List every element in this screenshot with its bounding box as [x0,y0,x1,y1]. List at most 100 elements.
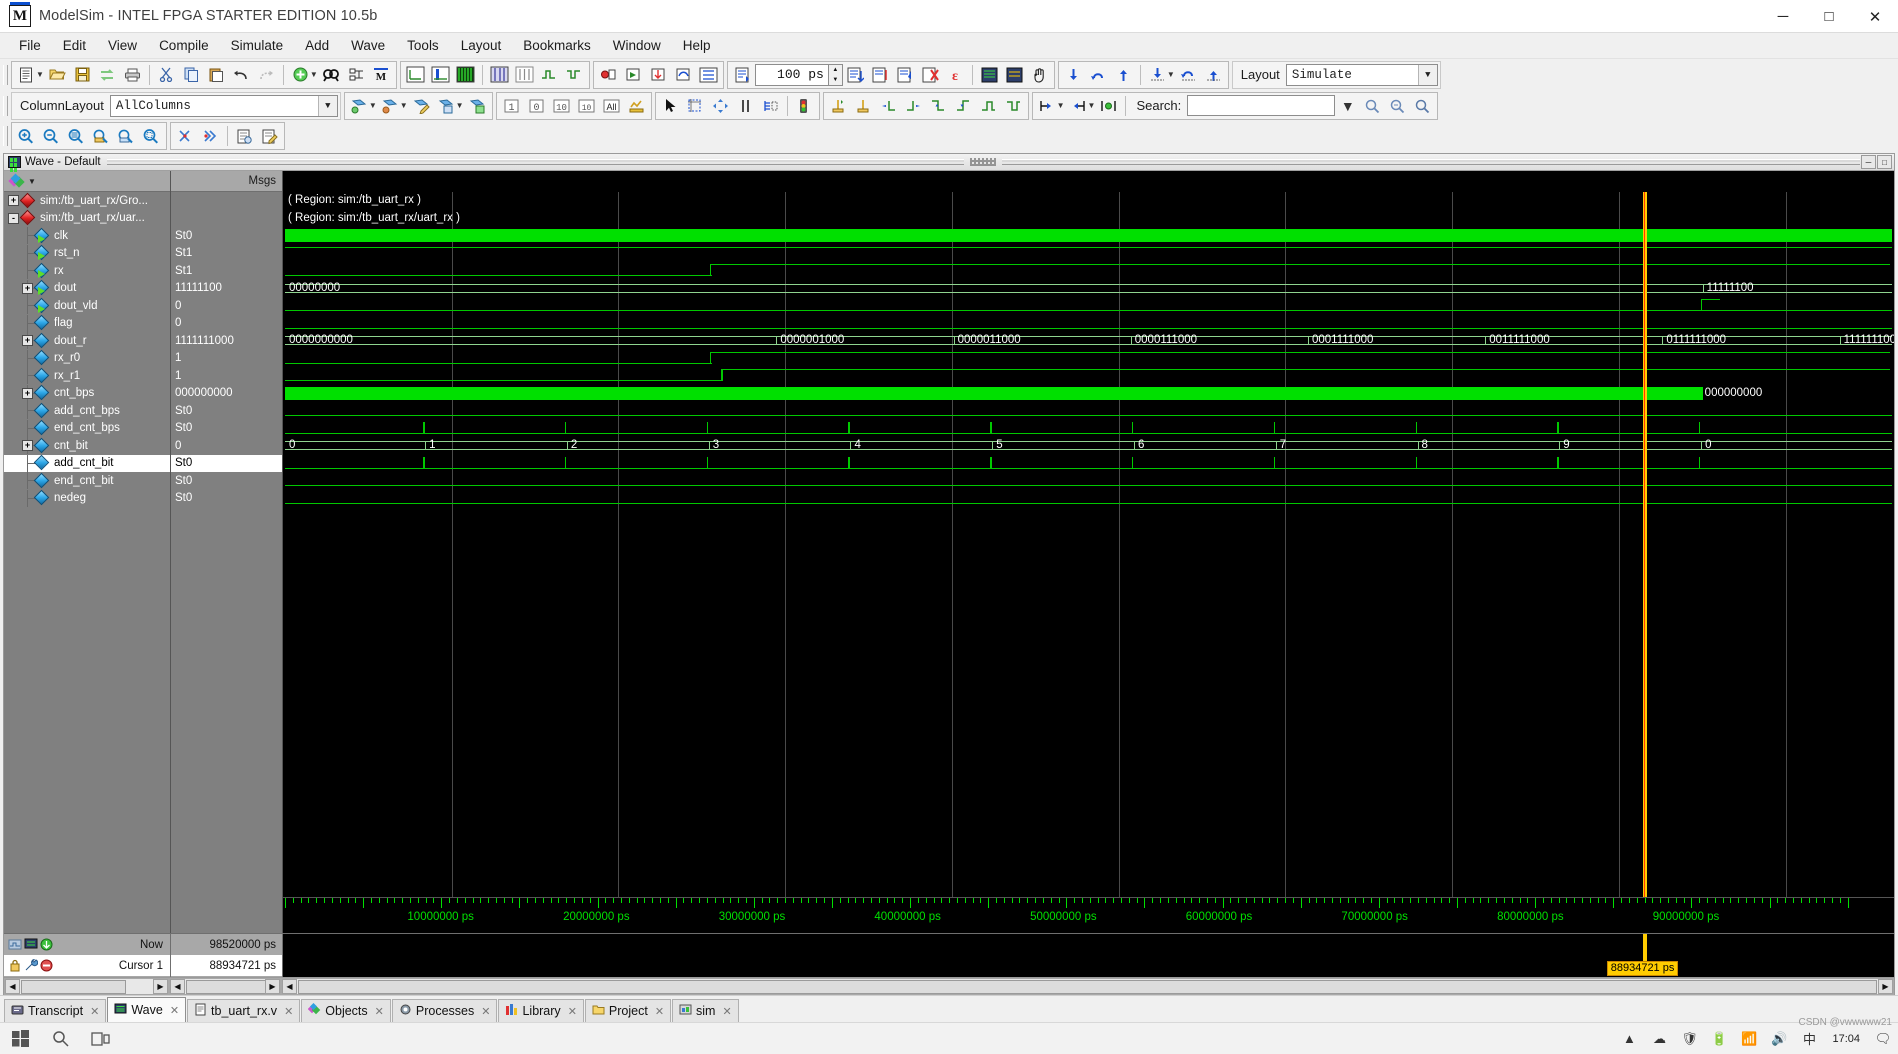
find-falling-edge-icon[interactable] [926,94,951,118]
signal-row-rx_r1[interactable]: rx_r1 [4,367,170,385]
tree-toggle-cell[interactable] [20,297,36,315]
print-icon[interactable] [120,63,145,87]
tab-tb-uart-rx-v[interactable]: tb_uart_rx.v ✕ [187,999,301,1022]
signal-row-flag[interactable]: flag [4,314,170,333]
column-layout-combo[interactable]: AllColumns ▼ [109,94,338,117]
find-rising-edge-icon[interactable] [951,94,976,118]
close-button[interactable]: ✕ [1852,0,1898,33]
expand-collapse-icon[interactable]: + [8,195,19,207]
wave-grid-icon[interactable] [512,63,537,87]
menu-window[interactable]: Window [602,35,672,56]
run-all-icon[interactable] [696,63,721,87]
radix-binary-icon[interactable]: 1 [499,94,524,118]
goto-first-icon[interactable] [1061,63,1086,87]
tree-toggle-cell[interactable] [20,349,36,367]
cursor-up-icon[interactable] [1201,63,1226,87]
time-ruler[interactable]: 10000000 ps 20000000 ps 30000000 ps 4000000… [283,897,1894,933]
find-edge2-icon[interactable] [1001,94,1026,118]
tray-clock[interactable]: 17:04 [1824,1033,1868,1045]
signal-row-cnt_bps[interactable]: + cnt_bps [4,384,170,403]
values-scroll-thumb[interactable] [186,979,266,994]
signal-row-end_cnt_bit[interactable]: end_cnt_bit [4,472,170,490]
signal-row-sim--tb_uart_rx-uar---[interactable]: - sim:/tb_uart_rx/uar... [4,209,170,228]
compare-report-icon[interactable] [232,124,257,148]
menu-layout[interactable]: Layout [450,35,513,56]
wave-minimize-button[interactable]: ─ [1861,155,1877,169]
compare-prev-diff-icon[interactable] [173,124,198,148]
tree-toggle-cell[interactable] [20,314,36,332]
names-hscrollbar[interactable]: ◀ ▶ [4,978,169,995]
tab-close-icon[interactable]: ✕ [568,1005,577,1018]
step-into-icon[interactable] [646,63,671,87]
run-length-stepper[interactable]: ▲ ▼ [828,63,843,86]
save-bookmark-icon[interactable] [434,94,459,118]
tab-wave[interactable]: Wave ✕ [107,997,187,1022]
wave-window-icon[interactable] [977,63,1002,87]
edit-mode-icon[interactable] [758,94,783,118]
signal-row-sim--tb_uart_rx-Gro---[interactable]: + sim:/tb_uart_rx/Gro... [4,192,170,210]
scroll-left-icon[interactable]: ◀ [170,979,185,994]
expand-collapse-icon[interactable]: - [8,212,19,224]
wave-hscrollbar[interactable]: ◀ ▶ [281,978,1894,995]
tray-notifications-icon[interactable]: 🗨 [1868,1031,1898,1047]
values-hscrollbar[interactable]: ◀ ▶ [169,978,281,995]
zoom-in-icon[interactable] [14,124,39,148]
run-simulation-icon[interactable] [843,63,868,87]
tray-battery-icon[interactable]: 🔋 [1704,1031,1734,1047]
measure-icon[interactable] [733,94,758,118]
radix-octal-icon[interactable]: 0 [524,94,549,118]
signal-row-dout[interactable]: + dout [4,279,170,298]
compare-next-diff-icon[interactable] [198,124,223,148]
signal-row-rx_r0[interactable]: rx_r0 [4,349,170,368]
cursor-loop-icon[interactable] [1176,63,1201,87]
expand-left-icon[interactable] [1066,94,1091,118]
wave-step2-icon[interactable] [562,63,587,87]
expand-collapse-icon[interactable]: + [22,282,33,294]
toolbar-grip[interactable] [3,95,8,116]
task-view-icon[interactable] [80,1023,120,1054]
signal-values-list[interactable]: St0 St1 St1 11111100 0 0 1111111000 1 1 000000000… [171,192,282,933]
maximize-button[interactable]: □ [1806,0,1852,33]
traffic-light-icon[interactable] [792,94,817,118]
tray-up-icon[interactable]: ▲ [1614,1031,1644,1046]
menu-file[interactable]: File [8,35,52,56]
tray-shield-icon[interactable]: 🛡 [1674,1031,1704,1047]
find-icon[interactable] [319,63,344,87]
signal-row-nedeg[interactable]: nedeg [4,489,170,508]
cursor-down-icon[interactable] [1145,63,1170,87]
tab-close-icon[interactable]: ✕ [284,1005,293,1018]
signal-row-clk[interactable]: clk [4,227,170,245]
tab-library[interactable]: Library ✕ [498,999,584,1022]
expand-full-icon[interactable] [1096,94,1121,118]
wave-compare-icon[interactable] [487,63,512,87]
new-file-icon[interactable] [14,63,39,87]
tab-transcript[interactable]: Transcript ✕ [4,999,107,1022]
wave-resize-grip[interactable] [970,158,997,166]
tab-project[interactable]: Project ✕ [584,999,672,1022]
signal-row-dout_vld[interactable]: dout_vld [4,297,170,315]
tray-volume-icon[interactable]: 🔊 [1764,1031,1794,1047]
run-continue-icon[interactable] [893,63,918,87]
select-arrow-icon[interactable] [658,94,683,118]
scroll-left-icon[interactable]: ◀ [282,979,297,994]
step-over-icon[interactable] [671,63,696,87]
tree-toggle-cell[interactable] [20,244,36,262]
menu-wave[interactable]: Wave [340,35,396,56]
menu-add[interactable]: Add [294,35,340,56]
tree-toggle-cell[interactable]: + [6,192,20,209]
tab-close-icon[interactable]: ✕ [90,1005,99,1018]
menu-view[interactable]: View [97,35,148,56]
signal-row-rx[interactable]: rx [4,262,170,280]
undo-icon[interactable] [229,63,254,87]
pan-move-icon[interactable] [708,94,733,118]
redo-icon[interactable] [254,63,279,87]
run-icon[interactable] [730,63,755,87]
cursor-row[interactable]: Cursor 1 [4,955,170,976]
bookmark-list-icon[interactable] [465,94,490,118]
tree-toggle-cell[interactable] [20,419,36,437]
signal-names-list[interactable]: + sim:/tb_uart_rx/Gro... - sim:/tb_uart_rx/… [4,192,170,933]
radix-all-icon[interactable]: All [599,94,624,118]
goto-next-icon[interactable] [1111,63,1136,87]
tray-network-icon[interactable]: 📶 [1734,1031,1764,1047]
tray-cloud-icon[interactable]: ☁ [1644,1031,1674,1047]
